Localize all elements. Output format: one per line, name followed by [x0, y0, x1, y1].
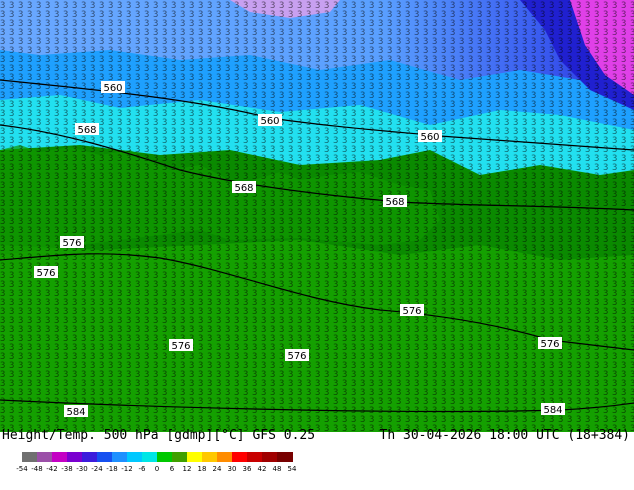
colorbar-swatch — [217, 452, 233, 462]
contour-label: 576 — [538, 337, 562, 350]
svg-text:560: 560 — [260, 116, 279, 127]
colorbar-tick-label: 42 — [257, 465, 267, 473]
contour-label: 560 — [418, 130, 442, 143]
colorbar-tick-label: 6 — [169, 465, 175, 473]
contour-label: 568 — [383, 195, 407, 208]
colorbar-swatch — [202, 452, 218, 462]
colorbar-tick-label: -38 — [61, 465, 73, 473]
colorbar-swatch — [22, 452, 38, 462]
contour-label: 568 — [75, 123, 99, 136]
colorbar-swatch — [172, 452, 188, 462]
colorbar-swatch — [37, 452, 53, 462]
colorbar-tick-label: 48 — [272, 465, 282, 473]
colorbar-tick-label: 18 — [197, 465, 207, 473]
colorbar-tick-label: 30 — [227, 465, 237, 473]
svg-text:584: 584 — [543, 405, 562, 416]
svg-text:576: 576 — [36, 268, 55, 279]
contour-label: 560 — [101, 81, 125, 94]
svg-text:576: 576 — [287, 351, 306, 362]
svg-text:576: 576 — [540, 339, 559, 350]
colorbar-tick-label: -6 — [138, 465, 146, 473]
contour-label: 560 — [258, 114, 282, 127]
grid-texture — [0, 0, 634, 432]
colorbar-swatch — [112, 452, 128, 462]
contour-label: 576 — [400, 304, 424, 317]
svg-text:560: 560 — [103, 83, 122, 94]
contour-label: 576 — [60, 236, 84, 249]
colorbar-swatch — [127, 452, 143, 462]
contour-label: 576 — [34, 266, 58, 279]
colorbar-tick-label: 24 — [212, 465, 222, 473]
colorbar-tick-label: 54 — [287, 465, 297, 473]
colorbar-tick-label: 0 — [154, 465, 160, 473]
colorbar-tick-label: 12 — [182, 465, 192, 473]
colorbar-swatch — [97, 452, 113, 462]
colorbar-tick-label: 36 — [242, 465, 252, 473]
svg-text:584: 584 — [66, 407, 85, 418]
colorbar-swatch — [187, 452, 203, 462]
colorbar-tick-label: -24 — [91, 465, 103, 473]
svg-text:568: 568 — [385, 197, 404, 208]
colorbar-tick-label: -42 — [46, 465, 58, 473]
colorbar-tick-label: -18 — [106, 465, 118, 473]
colorbar-swatch — [277, 452, 293, 462]
contour-label: 584 — [541, 403, 565, 416]
colorbar-tick-label: -12 — [121, 465, 133, 473]
colorbar-swatch — [67, 452, 83, 462]
svg-text:560: 560 — [420, 132, 439, 143]
svg-text:576: 576 — [402, 306, 421, 317]
contour-label: 568 — [232, 181, 256, 194]
svg-text:568: 568 — [77, 125, 96, 136]
colorbar-swatch — [262, 452, 278, 462]
contour-label: 576 — [285, 349, 309, 362]
contour-label: 576 — [169, 339, 193, 352]
colorbar-swatch — [52, 452, 68, 462]
colorbar-tick-label: -54 — [16, 465, 28, 473]
map-title: Height/Temp. 500 hPa [gdmp][°C] GFS 0.25 — [2, 428, 316, 443]
colorbar-swatch — [247, 452, 263, 462]
colorbar-tick-label: -48 — [31, 465, 43, 473]
colorbar-tick-label: -30 — [76, 465, 88, 473]
colorbar-swatch — [82, 452, 98, 462]
contour-label: 584 — [64, 405, 88, 418]
valid-time: Th 30-04-2026 18:00 UTC (18+384) — [379, 428, 630, 443]
weather-map: 3 560 560 560 568 568 568 576 576 576 57… — [0, 0, 634, 432]
svg-text:576: 576 — [171, 341, 190, 352]
svg-text:576: 576 — [62, 238, 81, 249]
colorbar-swatch — [157, 452, 173, 462]
colorbar-swatch — [142, 452, 158, 462]
svg-text:568: 568 — [234, 183, 253, 194]
colorbar-swatch — [232, 452, 248, 462]
